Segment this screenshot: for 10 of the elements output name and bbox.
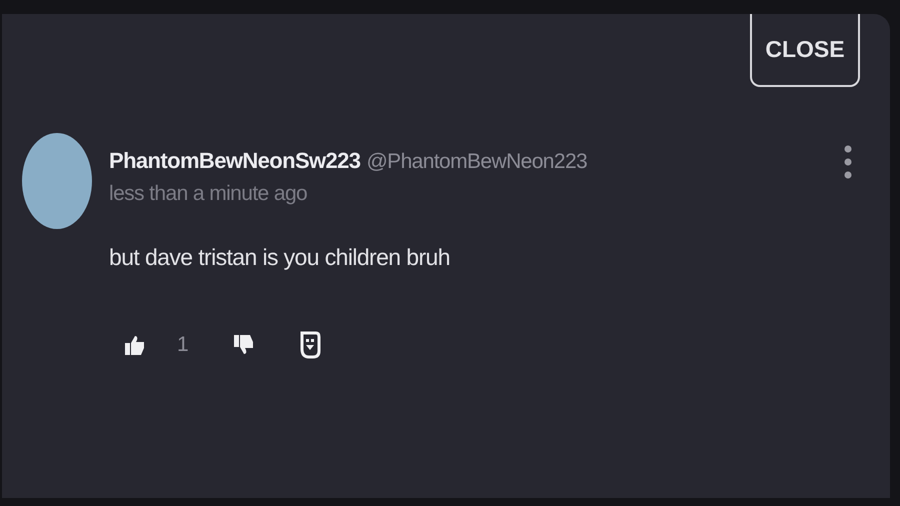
- thumbs-up-icon[interactable]: [125, 335, 145, 355]
- author-name: PhantomBewNeonSw223: [109, 148, 360, 174]
- timestamp: less than a minute ago: [109, 182, 308, 206]
- thumbs-down-icon[interactable]: [234, 335, 254, 355]
- like-count: 1: [177, 333, 189, 357]
- sticker-icon[interactable]: [298, 331, 321, 359]
- comment-text: but dave tristan is you children bruh: [109, 244, 451, 271]
- close-button[interactable]: CLOSE: [750, 14, 860, 87]
- author-handle: @PhantomBewNeon223: [366, 150, 588, 174]
- more-options-icon[interactable]: [844, 145, 852, 179]
